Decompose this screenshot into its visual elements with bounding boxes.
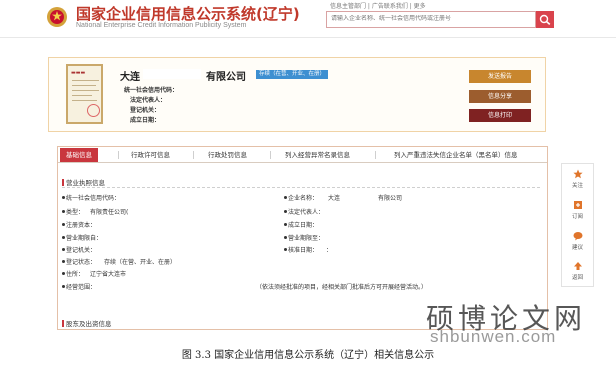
tab-blacklist[interactable]: 列入严重违法失信企业名单（黑名单）信息: [394, 148, 518, 162]
top-links[interactable]: 信息主管部门 | 广告联系我们 | 更多: [330, 1, 426, 10]
field-label-term-from: 营业期限自：: [66, 235, 103, 242]
floating-sidebar: 关注 订阅 建议 返回: [561, 163, 594, 287]
section-divider: [62, 187, 540, 188]
field-value-scope-note: （依法须经批准的项目，经相关部门批准后方可开展经营活动。）: [256, 284, 428, 291]
status-badge: 存续（在营、开业、在册）: [256, 70, 329, 79]
header-divider: [0, 37, 616, 38]
sidebar-item-subscribe[interactable]: 订阅: [562, 212, 593, 220]
field-value-status: 存续（在营、开业、在册）: [104, 259, 177, 266]
watermark-url: shbunwen.com: [430, 327, 557, 346]
card-field-credit-code: 统一社会信用代码：: [124, 87, 179, 94]
card-field-registrar: 登记机关：: [130, 107, 161, 114]
field-label-address: 住所：: [66, 271, 85, 278]
back-top-icon[interactable]: [573, 261, 583, 271]
field-label-term-to: 营业期限至：: [288, 235, 325, 242]
field-value-approval-date: ：: [326, 247, 333, 254]
field-label-status: 登记状态：: [66, 259, 97, 266]
company-name-prefix: 大连: [120, 72, 140, 83]
field-label-registrar: 登记机关：: [66, 247, 97, 254]
search-input[interactable]: [331, 15, 531, 22]
company-name-redacted: [143, 69, 201, 79]
site-header: 国家企业信用信息公示系统(辽宁) National Enterprise Cre…: [0, 0, 616, 37]
field-label-credit-code: 统一社会信用代码：: [66, 195, 121, 202]
field-label-founded: 成立日期：: [288, 222, 319, 229]
business-license-thumbnail[interactable]: ▬▬▬: [66, 64, 103, 124]
card-field-founded: 成立日期：: [130, 117, 161, 124]
message-icon[interactable]: [573, 231, 583, 241]
field-label-scope: 经营范围：: [66, 284, 97, 291]
site-subtitle: National Enterprise Credit Information P…: [76, 22, 247, 29]
field-value-company-name: 大连: [328, 195, 341, 202]
field-label-company-name: 企业名称：: [288, 195, 319, 202]
search-button[interactable]: [536, 11, 554, 28]
sidebar-item-follow[interactable]: 关注: [562, 181, 593, 189]
send-report-button[interactable]: 发送报告: [469, 70, 531, 83]
print-info-button[interactable]: 信息打印: [469, 109, 531, 122]
figure-caption: 图 3.3 国家企业信用信息公示系统（辽宁）相关信息公示: [181, 350, 435, 361]
search-icon: [539, 14, 551, 25]
site-title: 国家企业信用信息公示系统(辽宁): [76, 5, 300, 23]
field-label-approval-date: 核准日期：: [288, 247, 319, 254]
field-label-legal-rep: 法定代表人：: [288, 209, 325, 216]
tab-admin-penalty[interactable]: 行政处罚信息: [208, 148, 247, 162]
field-value-company-name-tail: 有限公司: [378, 195, 403, 202]
license-seal-icon: [87, 104, 100, 117]
sidebar-item-back[interactable]: 返回: [562, 273, 593, 281]
section-title-shareholders: 股东及出资信息: [62, 318, 112, 328]
tab-admin-license[interactable]: 行政许可信息: [131, 148, 170, 162]
field-value-address: 辽宁省大连市: [90, 271, 127, 278]
card-field-legal-rep: 法定代表人：: [130, 97, 167, 104]
field-label-type: 类型：: [66, 209, 85, 216]
tab-abnormal-operation[interactable]: 列入经营异常名录信息: [285, 148, 350, 162]
share-info-button[interactable]: 信息分享: [469, 90, 531, 103]
sidebar-item-suggest[interactable]: 建议: [562, 243, 593, 251]
license-title-glyph: ▬▬▬: [71, 70, 86, 76]
star-icon[interactable]: [573, 169, 583, 179]
national-emblem-icon: [47, 7, 67, 27]
section-title-business-license: 营业执照信息: [62, 177, 105, 187]
subscribe-icon[interactable]: [573, 200, 583, 210]
company-name-suffix: 有限公司: [206, 72, 246, 83]
field-label-registered-capital: 注册资本：: [66, 222, 97, 229]
search-box: [326, 11, 536, 28]
tab-basic-info[interactable]: 基础信息: [60, 148, 98, 162]
field-value-type: 有限责任公司(: [90, 209, 129, 216]
